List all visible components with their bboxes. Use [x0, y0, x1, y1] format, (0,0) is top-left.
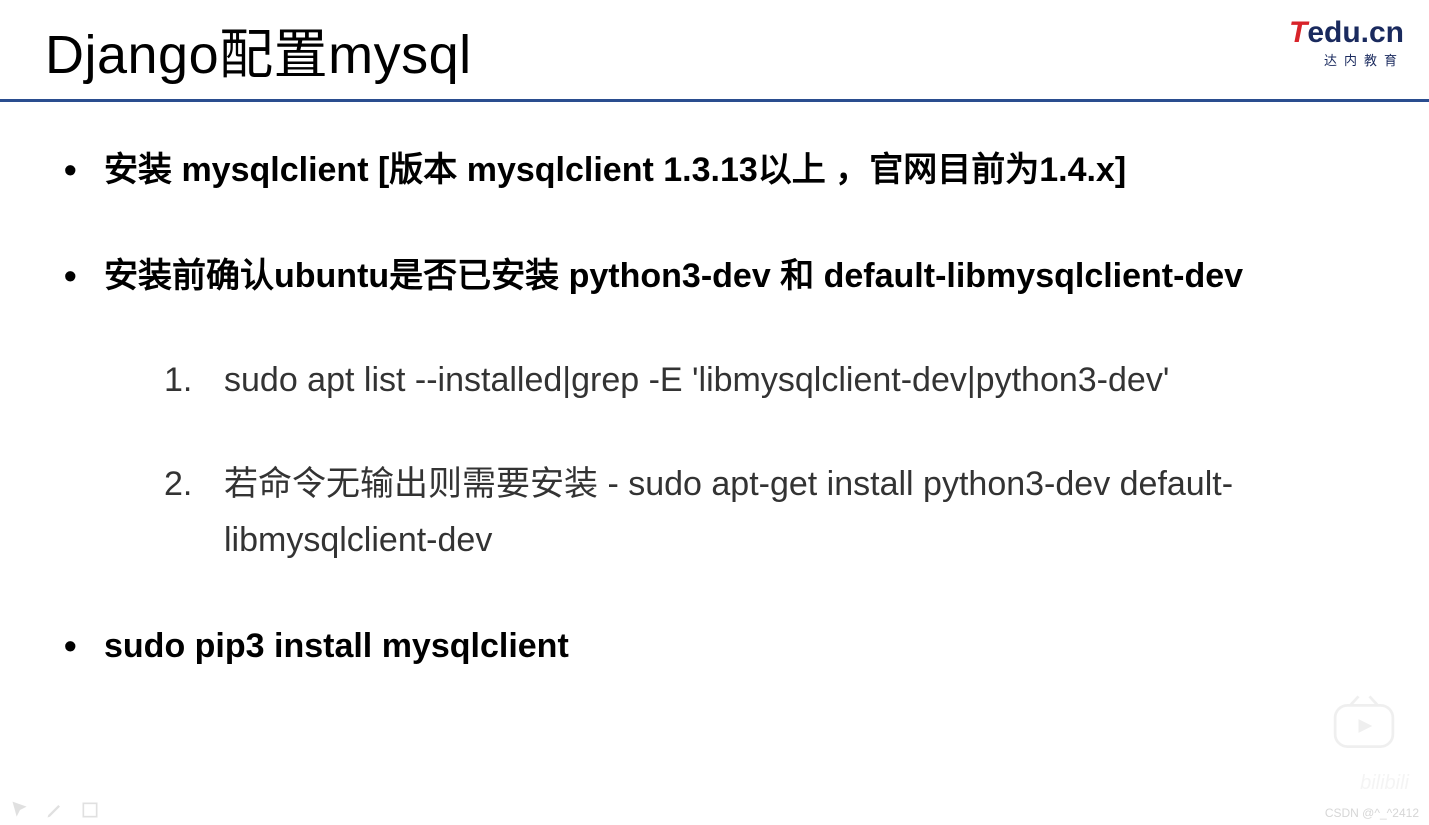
- bottom-toolbar: [10, 800, 100, 820]
- logo-text: Tedu.cn: [1289, 18, 1404, 48]
- slide-title: Django配置mysql: [45, 10, 472, 89]
- cursor-icon: [10, 800, 30, 820]
- ordered-step: 若命令无输出则需要安装 - sudo apt-get install pytho…: [164, 456, 1379, 568]
- bullet-text: sudo pip3 install mysqlclient: [104, 627, 569, 665]
- play-icon: [1329, 695, 1399, 750]
- slide-header: Django配置mysql Tedu.cn 达内教育: [0, 0, 1429, 89]
- bullet-text: 安装 mysqlclient [版本 mysqlclient 1.3.13以上 …: [104, 151, 1126, 189]
- ordered-step: sudo apt list --installed|grep -E 'libmy…: [164, 352, 1379, 408]
- bullet-item: sudo pip3 install mysqlclient: [50, 618, 1379, 674]
- bullet-text: 安装前确认ubuntu是否已安装 python3-dev 和 default-l…: [104, 257, 1243, 295]
- bullet-item: 安装 mysqlclient [版本 mysqlclient 1.3.13以上 …: [50, 142, 1379, 198]
- logo-letter-t: T: [1289, 16, 1307, 49]
- bilibili-watermark: bilibili: [1360, 772, 1409, 795]
- logo-rest: edu.cn: [1307, 16, 1404, 49]
- brand-logo: Tedu.cn 达内教育: [1289, 10, 1409, 69]
- logo-subtitle: 达内教育: [1289, 50, 1404, 69]
- shape-icon: [80, 800, 100, 820]
- bullet-item: 安装前确认ubuntu是否已安装 python3-dev 和 default-l…: [50, 248, 1379, 568]
- slide-content: 安装 mysqlclient [版本 mysqlclient 1.3.13以上 …: [0, 102, 1429, 675]
- bullet-list: 安装 mysqlclient [版本 mysqlclient 1.3.13以上 …: [50, 142, 1379, 675]
- ordered-list: sudo apt list --installed|grep -E 'libmy…: [104, 352, 1379, 568]
- csdn-watermark: CSDN @^_^2412: [1325, 806, 1419, 820]
- pen-icon: [45, 800, 65, 820]
